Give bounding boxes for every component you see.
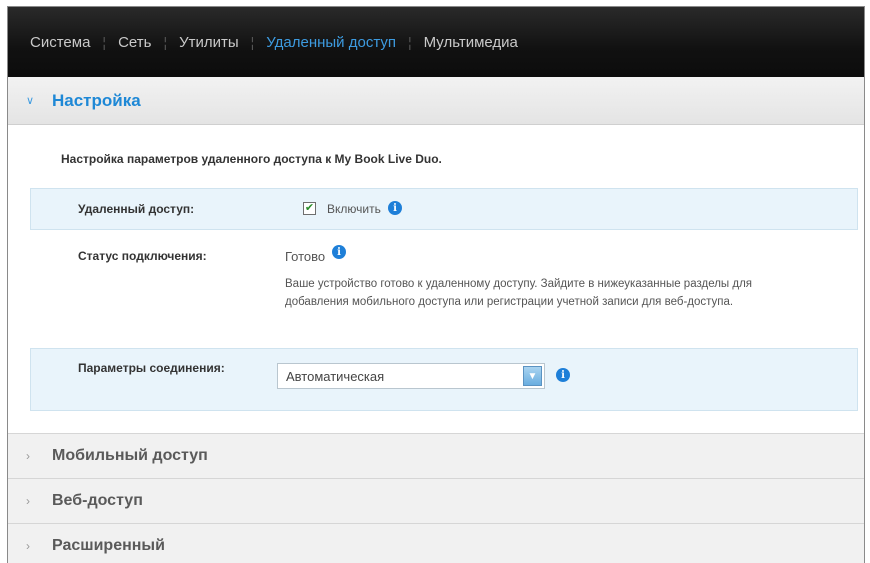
- dropdown-arrow-icon[interactable]: ▼: [523, 366, 542, 386]
- info-icon[interactable]: i: [388, 201, 402, 215]
- chevron-right-icon: ›: [26, 539, 30, 553]
- info-icon[interactable]: i: [556, 368, 570, 382]
- remote-access-row: Удаленный доступ: ✔ Включить i: [30, 188, 858, 230]
- connection-params-label: Параметры соединения:: [78, 361, 225, 375]
- app-frame: Система ¦ Сеть ¦ Утилиты ¦ Удаленный дос…: [7, 6, 865, 563]
- section-title: Веб-доступ: [52, 492, 143, 509]
- chevron-down-icon: ∨: [26, 95, 35, 107]
- nav-separator: ¦: [163, 34, 168, 50]
- intro-text: Настройка параметров удаленного доступа …: [61, 152, 442, 166]
- nav-item-network[interactable]: Сеть: [118, 34, 151, 51]
- info-icon[interactable]: i: [332, 245, 346, 259]
- top-navigation: Система ¦ Сеть ¦ Утилиты ¦ Удаленный дос…: [8, 7, 864, 77]
- nav-item-remote-access[interactable]: Удаленный доступ: [266, 34, 396, 51]
- nav-item-multimedia[interactable]: Мультимедиа: [424, 34, 518, 51]
- section-title: Расширенный: [52, 537, 165, 554]
- settings-panel: Настройка параметров удаленного доступа …: [8, 125, 864, 434]
- nav-separator: ¦: [250, 34, 255, 50]
- section-header-mobile-access[interactable]: › Мобильный доступ: [8, 434, 864, 479]
- enable-checkbox-label[interactable]: Включить: [327, 202, 381, 216]
- nav-item-system[interactable]: Система: [30, 34, 90, 51]
- nav-separator: ¦: [102, 34, 107, 50]
- section-header-advanced[interactable]: › Расширенный: [8, 524, 864, 563]
- status-description: Ваше устройство готово к удаленному дост…: [285, 278, 753, 308]
- connection-status-value: Готово: [285, 249, 326, 264]
- enable-checkbox[interactable]: ✔: [303, 202, 316, 215]
- connection-type-select[interactable]: Автоматическая ▼: [277, 363, 545, 389]
- section-header-settings[interactable]: ∨ Настройка: [8, 77, 864, 125]
- connection-type-value: Автоматическая: [286, 369, 385, 384]
- chevron-right-icon: ›: [26, 449, 30, 463]
- connection-status-label: Статус подключения:: [78, 249, 207, 263]
- chevron-right-icon: ›: [26, 494, 30, 508]
- nav-separator: ¦: [407, 34, 412, 50]
- remote-access-label: Удаленный доступ:: [78, 202, 195, 216]
- section-title: Настройка: [52, 90, 141, 110]
- section-header-web-access[interactable]: › Веб-доступ: [8, 479, 864, 524]
- nav-item-utilities[interactable]: Утилиты: [179, 34, 239, 51]
- section-title: Мобильный доступ: [52, 447, 208, 464]
